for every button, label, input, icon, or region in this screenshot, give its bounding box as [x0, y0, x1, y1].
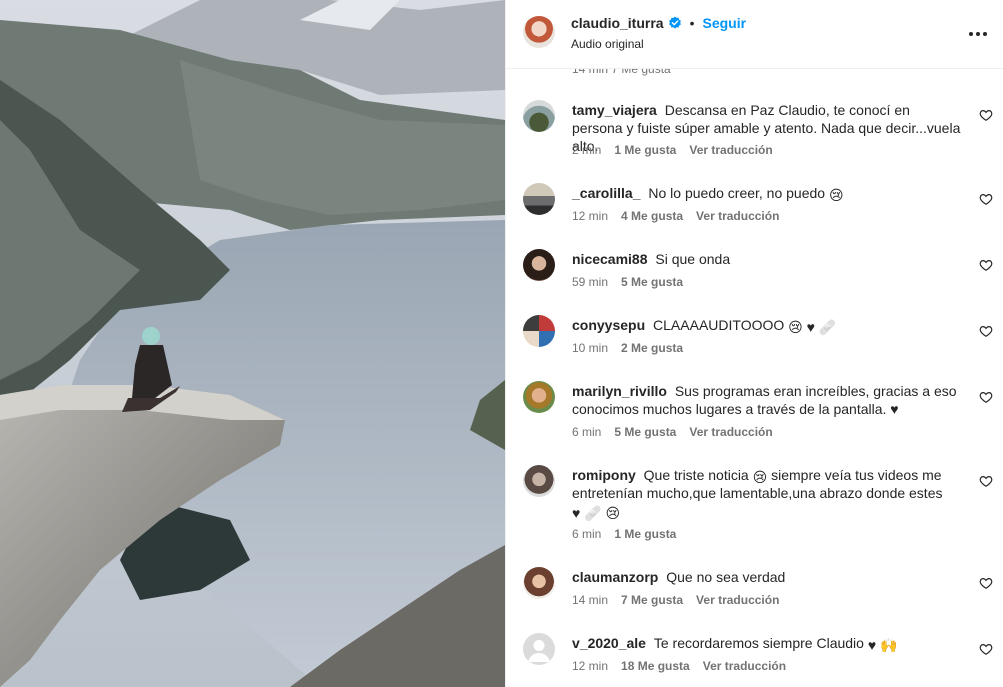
comment-meta: 14 min 7 Me gusta Ver traducción: [572, 593, 779, 607]
commenter-username[interactable]: marilyn_rivillo: [572, 383, 671, 399]
commenter-avatar[interactable]: [523, 465, 555, 497]
commenter-username[interactable]: nicecami88: [572, 251, 651, 267]
follow-button[interactable]: Seguir: [703, 15, 747, 31]
comment-time[interactable]: 59 min: [572, 275, 608, 289]
comment-text: nicecami88 Si que onda: [572, 250, 962, 268]
commenter-username[interactable]: romipony: [572, 467, 640, 483]
heart-outline-icon[interactable]: [979, 642, 993, 656]
heart-outline-icon[interactable]: [979, 108, 993, 122]
post-header: claudio_iturra • Seguir Audio original: [506, 0, 1003, 69]
comment-likes[interactable]: 7 Me gusta: [621, 593, 683, 607]
heart-praise-emojis: ♥ 🙌: [867, 637, 898, 653]
translate-link[interactable]: Ver traducción: [689, 425, 772, 439]
comment-likes[interactable]: 1 Me gusta: [614, 527, 676, 541]
instagram-post-view: claudio_iturra • Seguir Audio original 1…: [0, 0, 1003, 687]
comment-meta: 59 min 5 Me gusta: [572, 275, 683, 289]
commenter-avatar[interactable]: [523, 567, 555, 599]
translate-link[interactable]: Ver traducción: [696, 593, 779, 607]
comment-text: romipony Que triste noticia 😢 siempre ve…: [572, 466, 962, 520]
comment-body: Te recordaremos siempre Claudio: [653, 635, 864, 651]
comment-body: Que no sea verdad: [666, 569, 786, 585]
default-avatar-icon[interactable]: [523, 633, 555, 665]
verified-badge-icon: [668, 16, 682, 30]
translate-link[interactable]: Ver traducción: [689, 143, 772, 157]
commenter-username[interactable]: conyysepu: [572, 317, 649, 333]
comment-meta: 6 min 5 Me gusta Ver traducción: [572, 425, 773, 439]
comment-body: Que triste noticia: [643, 467, 749, 483]
heart-bandage-sad-emojis: ♥ 🩹 😢: [572, 505, 621, 521]
header-separator: •: [689, 15, 695, 31]
comment-time[interactable]: 6 min: [572, 425, 601, 439]
comment-likes[interactable]: 4 Me gusta: [621, 209, 683, 223]
comment-meta: 6 min 1 Me gusta: [572, 527, 676, 541]
comment-text: v_2020_ale Te recordaremos siempre Claud…: [572, 634, 962, 652]
comment-body: Si que onda: [655, 251, 731, 267]
author-avatar[interactable]: [523, 16, 555, 48]
comment-likes[interactable]: 5 Me gusta: [614, 425, 676, 439]
comment-text: conyysepu CLAAAAUDITOOOO 😢 ♥ 🩹: [572, 316, 962, 334]
commenter-avatar[interactable]: [523, 100, 555, 132]
commenter-avatar[interactable]: [523, 183, 555, 215]
comment-meta: 12 min 18 Me gusta Ver traducción: [572, 659, 786, 673]
heart-outline-icon[interactable]: [979, 474, 993, 488]
comment-time[interactable]: 10 min: [572, 341, 608, 355]
comment-meta: 12 min 4 Me gusta Ver traducción: [572, 209, 779, 223]
comment-likes[interactable]: 1 Me gusta: [614, 143, 676, 157]
author-username[interactable]: claudio_iturra: [571, 15, 664, 31]
sad-face-emoji: 😢: [752, 469, 768, 485]
commenter-username[interactable]: v_2020_ale: [572, 635, 650, 651]
comment-text: marilyn_rivillo Sus programas eran incre…: [572, 382, 962, 418]
more-options-icon[interactable]: [968, 24, 988, 44]
author-name-row: claudio_iturra • Seguir: [571, 15, 746, 31]
heart-outline-icon[interactable]: [979, 192, 993, 206]
comment-body: No lo puedo creer, no puedo: [648, 185, 826, 201]
commenter-avatar[interactable]: [523, 381, 555, 413]
comment-text: _carolilla_ No lo puedo creer, no puedo …: [572, 184, 962, 202]
audio-label[interactable]: Audio original: [571, 37, 644, 51]
comment-time[interactable]: 12 min: [572, 209, 608, 223]
comment-text: claumanzorp Que no sea verdad: [572, 568, 962, 586]
commenter-username[interactable]: claumanzorp: [572, 569, 662, 585]
comment-time[interactable]: 14 min: [572, 593, 608, 607]
comment-time[interactable]: 6 min: [572, 527, 601, 541]
comment-body: CLAAAAUDITOOOO: [653, 317, 785, 333]
comment-meta: 10 min 2 Me gusta: [572, 341, 683, 355]
comments-panel: claudio_iturra • Seguir Audio original 1…: [505, 0, 1003, 687]
comment-likes[interactable]: 18 Me gusta: [621, 659, 690, 673]
sad-face-emoji: 😢: [828, 187, 844, 203]
commenter-avatar[interactable]: [523, 249, 555, 281]
comment-time[interactable]: 2 min: [572, 143, 601, 157]
comment-meta: 2 min 1 Me gusta Ver traducción: [572, 143, 773, 157]
comment-likes[interactable]: 5 Me gusta: [621, 275, 683, 289]
heart-outline-icon[interactable]: [979, 258, 993, 272]
sad-heart-bandage-emojis: 😢 ♥ 🩹: [788, 319, 837, 335]
fjord-landscape-illustration: [0, 0, 505, 687]
translate-link[interactable]: Ver traducción: [696, 209, 779, 223]
heart-outline-icon[interactable]: [979, 324, 993, 338]
commenter-username[interactable]: tamy_viajera: [572, 102, 661, 118]
comment-time[interactable]: 12 min: [572, 659, 608, 673]
commenter-username[interactable]: _carolilla_: [572, 185, 644, 201]
post-media-image[interactable]: [0, 0, 505, 687]
comment-likes[interactable]: 2 Me gusta: [621, 341, 683, 355]
commenter-avatar[interactable]: [523, 315, 555, 347]
heart-outline-icon[interactable]: [979, 576, 993, 590]
translate-link[interactable]: Ver traducción: [703, 659, 786, 673]
heart-outline-icon[interactable]: [979, 390, 993, 404]
